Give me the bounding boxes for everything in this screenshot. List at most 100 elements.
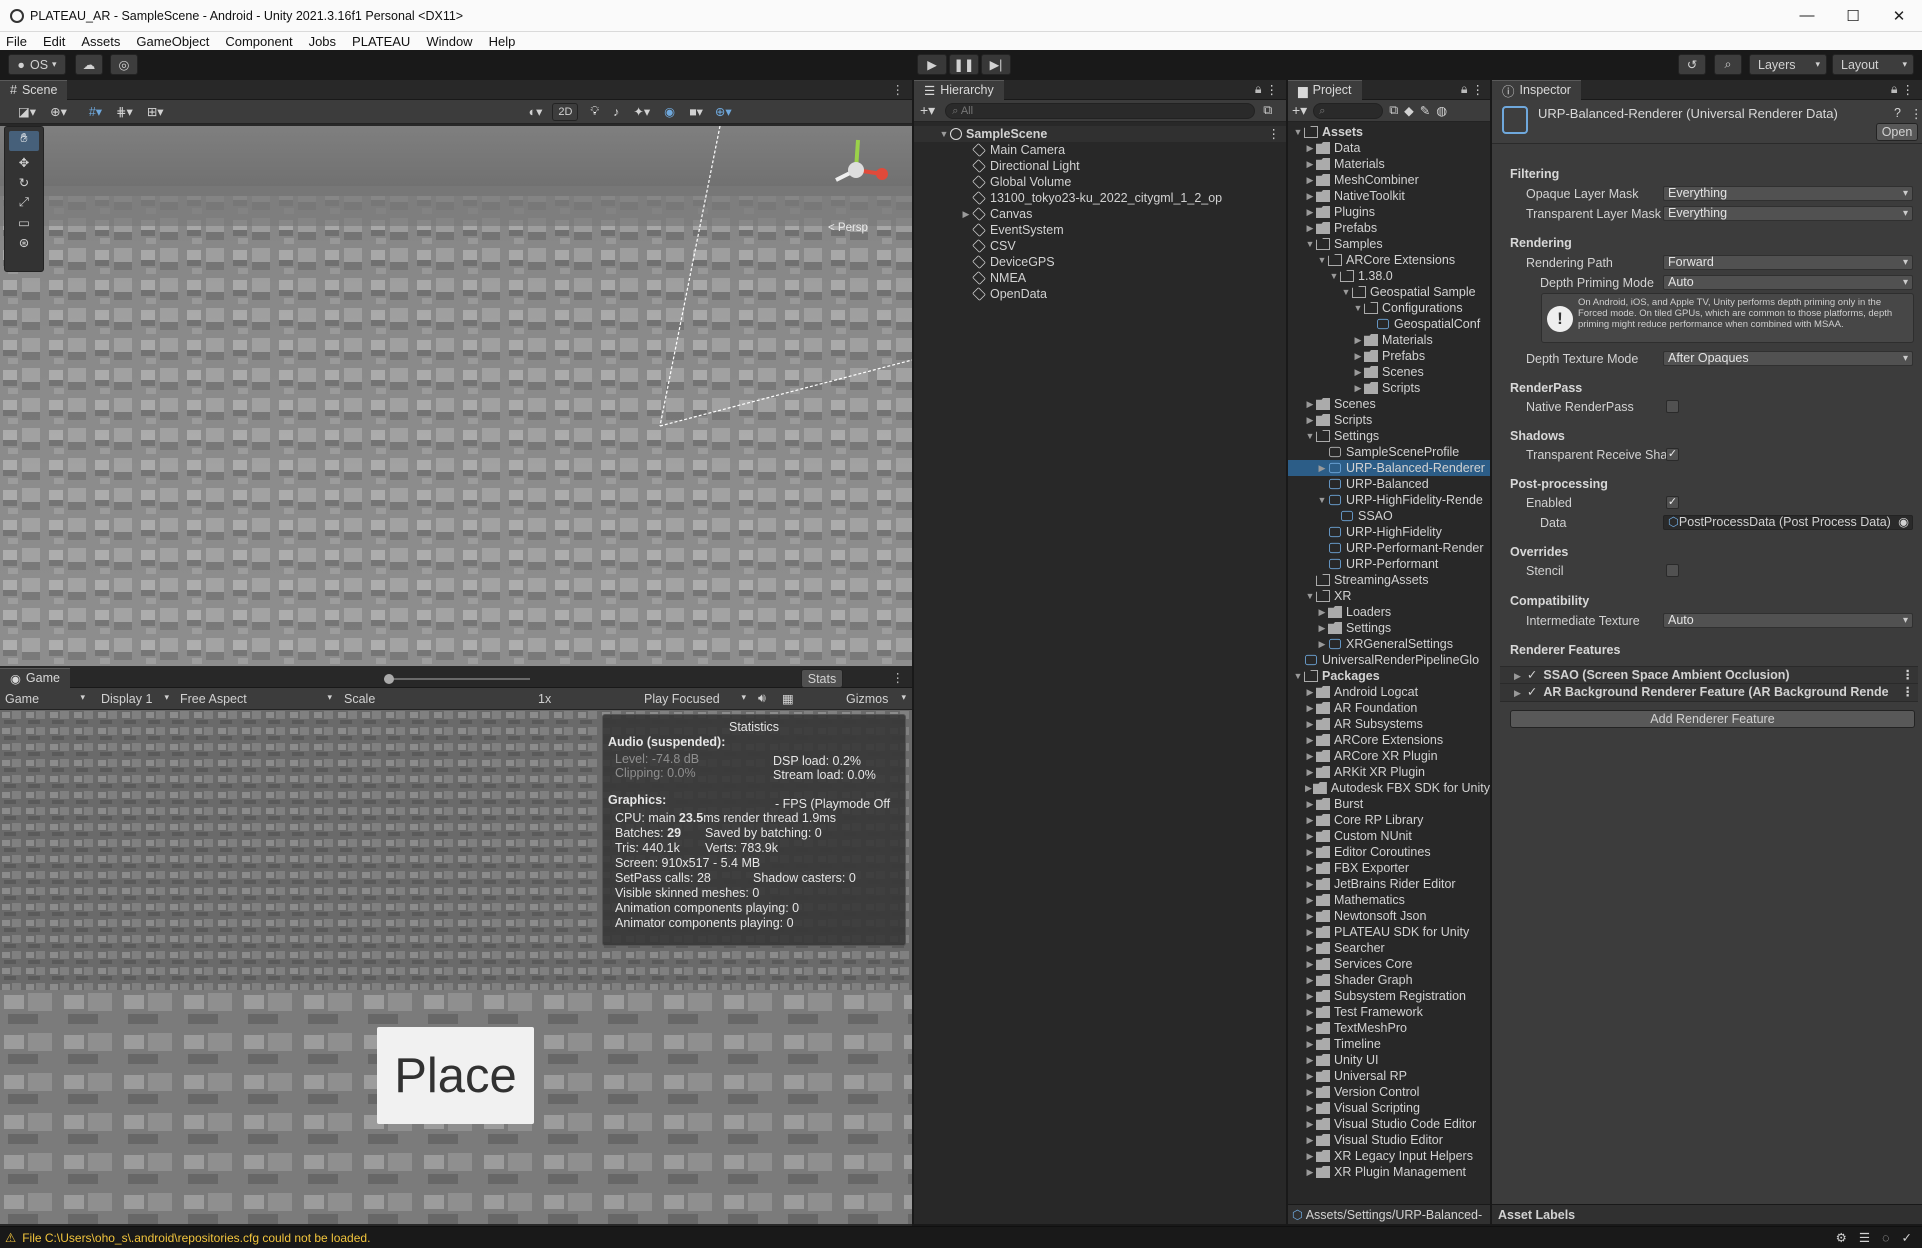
scale-slider[interactable]	[384, 674, 530, 684]
snap-increment-icon[interactable]: ⋕▾	[116, 104, 133, 119]
package-item[interactable]: ▶ Test Framework	[1288, 1004, 1490, 1020]
scene-root-row[interactable]: ▼ SampleScene ⋮	[914, 126, 1286, 142]
package-item[interactable]: ▶ JetBrains Rider Editor	[1288, 876, 1490, 892]
project-item-arcore-extensions[interactable]: ▼ ARCore Extensions	[1288, 252, 1490, 268]
mute-audio-icon[interactable]: 🔊︎	[758, 691, 766, 706]
package-item[interactable]: ▶ Autodesk FBX SDK for Unity	[1288, 780, 1490, 796]
expand-arrow-icon[interactable]: ▶	[1304, 1020, 1316, 1036]
expand-arrow-icon[interactable]: ▶	[1304, 1148, 1316, 1164]
package-item[interactable]: ▶ Core RP Library	[1288, 812, 1490, 828]
gizmos-icon[interactable]: ⊕▾	[715, 104, 732, 119]
expand-arrow-icon[interactable]: ▶	[1304, 844, 1316, 860]
hierarchy-item-citygml[interactable]: 13100_tokyo23-ku_2022_citygml_1_2_op	[914, 190, 1286, 206]
tab-inspector[interactable]: ⓘ Inspector	[1492, 79, 1581, 100]
lock-icon[interactable]: 🔒︎	[1891, 82, 1898, 97]
status-check-icon[interactable]: ✓	[1902, 1230, 1912, 1245]
play-button[interactable]: ▶	[917, 54, 947, 75]
expand-arrow-icon[interactable]: ▶	[1304, 1164, 1316, 1180]
lock-icon[interactable]: 🔒︎	[1255, 82, 1262, 97]
package-item[interactable]: ▶ Shader Graph	[1288, 972, 1490, 988]
layout-dropdown[interactable]: Layout ▾	[1832, 54, 1914, 75]
minimize-button[interactable]: —	[1784, 7, 1830, 25]
package-item[interactable]: ▶ PLATEAU SDK for Unity	[1288, 924, 1490, 940]
tab-hierarchy[interactable]: ☰ Hierarchy	[914, 79, 1004, 100]
stencil-checkbox[interactable]	[1666, 564, 1679, 577]
debug-icon[interactable]: ⚙	[1836, 1230, 1847, 1245]
foldout-arrow-icon[interactable]: ▶	[1514, 671, 1521, 681]
view-dropdown[interactable]: Game ▾	[5, 692, 89, 706]
expand-arrow-icon[interactable]: ▶	[1304, 1084, 1316, 1100]
project-item-xr[interactable]: ▼ XR	[1288, 588, 1490, 604]
search-by-type-icon[interactable]: ⧉	[1389, 103, 1398, 118]
hierarchy-item-devicegps[interactable]: DeviceGPS	[914, 254, 1286, 270]
project-search-input[interactable]: ⌕	[1313, 102, 1384, 119]
lighting-icon[interactable]: 💡︎	[590, 104, 599, 119]
renderer-feature-ssao[interactable]: ▶ ✓ SSAO (Screen Space Ambient Occlusion) ⋮	[1500, 666, 1918, 684]
expand-arrow-icon[interactable]: ▶	[1304, 828, 1316, 844]
layers-dropdown[interactable]: Layers ▾	[1749, 54, 1827, 75]
project-menu-icon[interactable]: ⋮	[1472, 82, 1485, 97]
scale-slider-thumb[interactable]	[384, 674, 394, 684]
post-enabled-checkbox[interactable]: ✓	[1666, 496, 1679, 509]
hierarchy-item-opendata[interactable]: OpenData	[914, 286, 1286, 302]
native-renderpass-checkbox[interactable]	[1666, 400, 1679, 413]
package-item[interactable]: ▶ Android Logcat	[1288, 684, 1490, 700]
gizmos-dropdown[interactable]: Gizmos ▾	[846, 692, 906, 706]
project-item-gs-scripts[interactable]: ▶ Scripts	[1288, 380, 1490, 396]
menu-jobs[interactable]: Jobs	[301, 34, 344, 49]
package-item[interactable]: ▶ ARCore Extensions	[1288, 732, 1490, 748]
package-item[interactable]: ▶ Searcher	[1288, 940, 1490, 956]
shading-icon[interactable]: ◐▾	[529, 104, 543, 119]
package-item[interactable]: ▶ AR Subsystems	[1288, 716, 1490, 732]
package-item[interactable]: ▶ XR Plugin Management	[1288, 1164, 1490, 1180]
package-item[interactable]: ▶ ARKit XR Plugin	[1288, 764, 1490, 780]
package-item[interactable]: ▶ Custom NUnit	[1288, 828, 1490, 844]
settings-kebab-icon[interactable]: ⋮	[1910, 106, 1922, 121]
transparent-layer-mask-dropdown[interactable]: Everything	[1663, 206, 1913, 221]
expand-arrow-icon[interactable]: ▶	[1304, 1004, 1316, 1020]
game-viewport[interactable]: Statistics Audio (suspended): Level: -74…	[0, 710, 912, 1224]
expand-arrow-icon[interactable]: ▶	[1304, 892, 1316, 908]
hand-tool-icon[interactable]: ✋︎	[9, 131, 39, 151]
rendering-path-dropdown[interactable]: Forward	[1663, 255, 1913, 270]
hierarchy-item-csv[interactable]: CSV	[914, 238, 1286, 254]
menu-plateau[interactable]: PLATEAU	[344, 34, 418, 49]
asset-labels-bar[interactable]: Asset Labels	[1492, 1204, 1922, 1224]
package-item[interactable]: ▶ Universal RP	[1288, 1068, 1490, 1084]
enabled-check-icon[interactable]: ✓	[1527, 685, 1537, 699]
opaque-layer-mask-dropdown[interactable]: Everything	[1663, 186, 1913, 201]
project-item-version[interactable]: ▼ 1.38.0	[1288, 268, 1490, 284]
display-dropdown[interactable]: Display 1 ▾	[101, 692, 173, 706]
expand-arrow-icon[interactable]: ▶	[1304, 1036, 1316, 1052]
package-item[interactable]: ▶ Visual Scripting	[1288, 1100, 1490, 1116]
close-button[interactable]: ✕	[1876, 7, 1922, 25]
feature-menu-icon[interactable]: ⋮	[1898, 684, 1914, 701]
expand-arrow-icon[interactable]: ▶	[1304, 796, 1316, 812]
menu-edit[interactable]: Edit	[35, 34, 73, 49]
scene-orientation-gizmo[interactable]	[822, 134, 892, 204]
foldout-arrow-icon[interactable]: ▶	[1514, 688, 1521, 698]
package-item[interactable]: ▶ Visual Studio Editor	[1288, 1132, 1490, 1148]
hidden-packages-icon[interactable]: ◍	[1436, 103, 1447, 118]
open-button[interactable]: Open	[1876, 123, 1918, 141]
expand-arrow-icon[interactable]: ▶	[1304, 732, 1316, 748]
tab-game[interactable]: ◉ Game	[0, 667, 70, 688]
aspect-dropdown[interactable]: Free Aspect ▾	[180, 692, 334, 706]
project-item-configurations[interactable]: ▼ Configurations	[1288, 300, 1490, 316]
package-item[interactable]: ▶ AR Foundation	[1288, 700, 1490, 716]
menu-help[interactable]: Help	[481, 34, 524, 49]
search-icon[interactable]: ⌕	[1714, 54, 1742, 75]
depth-texture-mode-dropdown[interactable]: After Opaques	[1663, 351, 1913, 366]
hierarchy-menu-icon[interactable]: ⋮	[1266, 82, 1279, 97]
expand-arrow-icon[interactable]: ▶	[1304, 1116, 1316, 1132]
progress-icon[interactable]: ◌	[1882, 1231, 1889, 1245]
account-dropdown[interactable]: ● OS ▾	[8, 54, 66, 75]
transform-tool-icon[interactable]: ⊛	[5, 235, 43, 255]
play-focused-dropdown[interactable]: Play Focused ▾	[644, 692, 748, 706]
scale-tool-icon[interactable]: ⤢	[5, 195, 43, 215]
inspector-menu-icon[interactable]: ⋮	[1902, 82, 1915, 97]
project-item-xr-loaders[interactable]: ▶ Loaders	[1288, 604, 1490, 620]
project-item-geospatialconf[interactable]: GeospatialConf	[1288, 316, 1490, 332]
stats-toggle[interactable]: Stats	[801, 669, 843, 688]
project-item-samples[interactable]: ▼ Samples	[1288, 236, 1490, 252]
